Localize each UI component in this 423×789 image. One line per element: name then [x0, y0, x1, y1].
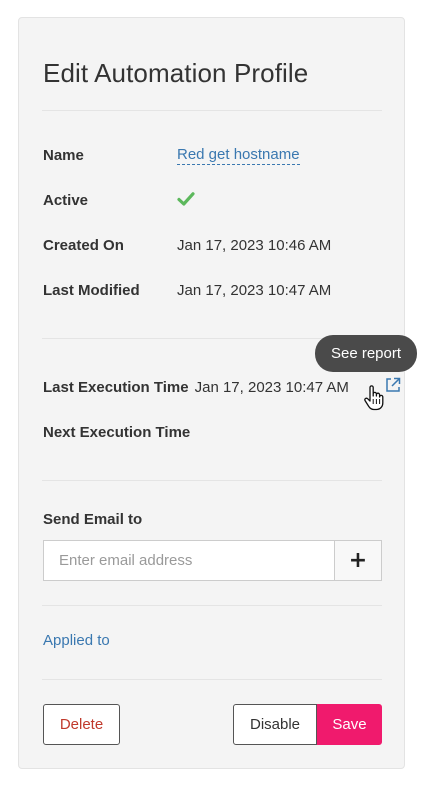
- disable-button[interactable]: Disable: [233, 704, 317, 745]
- delete-button[interactable]: Delete: [43, 704, 120, 745]
- external-link-icon[interactable]: [384, 376, 402, 394]
- send-email-label: Send Email to: [43, 510, 143, 528]
- page-title: Edit Automation Profile: [43, 58, 309, 88]
- divider: [42, 605, 382, 606]
- see-report-tooltip: See report: [315, 335, 417, 372]
- last-execution-label: Last Execution Time: [43, 378, 189, 396]
- check-icon: [177, 192, 195, 206]
- created-row: Created On Jan 17, 2023 10:46 AM: [43, 234, 331, 256]
- applied-to-link[interactable]: Applied to: [43, 632, 110, 649]
- automation-profile-panel: Edit Automation Profile Name Red get hos…: [18, 17, 405, 769]
- hand-cursor-icon: [364, 385, 384, 411]
- next-execution-label: Next Execution Time: [43, 423, 191, 441]
- last-execution-value: Jan 17, 2023 10:47 AM: [194, 378, 349, 396]
- modified-value: Jan 17, 2023 10:47 AM: [177, 281, 332, 299]
- active-row: Active: [43, 189, 195, 211]
- divider: [42, 480, 382, 481]
- plus-icon: +: [348, 548, 368, 573]
- save-button[interactable]: Save: [317, 704, 382, 745]
- created-value: Jan 17, 2023 10:46 AM: [177, 236, 332, 254]
- email-input[interactable]: [44, 541, 334, 580]
- next-execution-row: Next Execution Time: [43, 421, 190, 443]
- active-label: Active: [43, 191, 89, 209]
- modified-row: Last Modified Jan 17, 2023 10:47 AM: [43, 279, 331, 301]
- divider: [42, 679, 382, 680]
- name-row: Name Red get hostname: [43, 144, 300, 166]
- send-email-row: Send Email to: [43, 508, 142, 530]
- modified-label: Last Modified: [43, 281, 140, 299]
- last-execution-row: Last Execution Time Jan 17, 2023 10:47 A…: [43, 376, 401, 398]
- created-label: Created On: [43, 236, 124, 254]
- name-editable-link[interactable]: Red get hostname: [177, 146, 300, 165]
- add-email-button[interactable]: +: [334, 541, 381, 580]
- email-input-group: +: [43, 540, 382, 581]
- divider: [42, 110, 382, 111]
- name-label: Name: [43, 146, 84, 164]
